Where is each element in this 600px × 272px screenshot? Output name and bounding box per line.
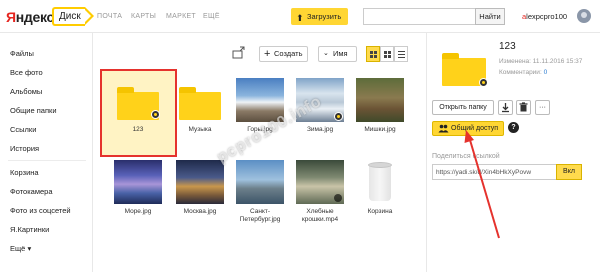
file-name: Санкт- Петербург.jpg bbox=[230, 208, 290, 224]
nav-market[interactable]: МАРКЕТ bbox=[166, 13, 196, 20]
comments-label: Комментарии: bbox=[499, 69, 542, 76]
file-tile-moscow[interactable]: Москва.jpg bbox=[170, 160, 230, 230]
sort-dropdown[interactable]: ⌄ Имя bbox=[318, 46, 357, 62]
trash-icon bbox=[356, 160, 404, 204]
create-label: Создать bbox=[274, 49, 303, 58]
logo-text: ндекс bbox=[15, 9, 55, 25]
download-button[interactable] bbox=[498, 100, 513, 115]
sidebar-item-more[interactable]: Ещё ▾ bbox=[10, 244, 31, 253]
more-button[interactable]: ··· bbox=[535, 100, 550, 115]
file-name: Мишки.jpg bbox=[364, 126, 396, 133]
sort-label: Имя bbox=[333, 49, 348, 58]
list-view-toggle[interactable] bbox=[380, 46, 394, 62]
modified-info: Изменена: 11.11.2016 15:37 bbox=[499, 58, 582, 65]
upload-folder-icon[interactable] bbox=[232, 46, 246, 60]
download-icon bbox=[502, 103, 509, 113]
users-icon bbox=[438, 124, 449, 133]
grid-small-view-icon bbox=[384, 51, 391, 58]
folder-icon bbox=[176, 78, 224, 122]
share-link-label: Поделиться ссылкой bbox=[432, 153, 500, 160]
upload-button[interactable]: ⬆ Загрузить bbox=[291, 8, 348, 25]
sidebar-item-shared-folders[interactable]: Общие папки bbox=[10, 106, 57, 115]
video-thumbnail bbox=[296, 160, 344, 204]
upload-label: Загрузить bbox=[307, 12, 342, 21]
photo-thumbnail bbox=[236, 160, 284, 204]
share-link-toggle[interactable]: Вкл bbox=[556, 164, 582, 180]
sidebar-item-albums[interactable]: Альбомы bbox=[10, 87, 42, 96]
video-icon bbox=[334, 194, 342, 202]
username[interactable]: alexpcpro100 bbox=[522, 12, 567, 21]
share-badge-icon bbox=[479, 78, 488, 87]
nav-mail[interactable]: ПОЧТА bbox=[97, 13, 122, 20]
file-name: Зима.jpg bbox=[306, 126, 334, 133]
file-name: Хлебные крошки.mp4 bbox=[290, 208, 350, 224]
photo-thumbnail bbox=[114, 160, 162, 204]
comments-info: Комментарии: 0 bbox=[499, 69, 547, 76]
yandex-logo[interactable]: Яндекс bbox=[6, 9, 54, 25]
share-badge-icon bbox=[334, 112, 343, 121]
top-bar: Яндекс Диск ПОЧТА КАРТЫ МАРКЕТ ЕЩЁ ⬆ Заг… bbox=[0, 0, 600, 33]
share-badge-icon bbox=[151, 110, 160, 119]
sidebar-item-ya-pictures[interactable]: Я.Картинки bbox=[10, 225, 49, 234]
share-link-field[interactable] bbox=[432, 164, 556, 180]
file-name-line1: Санкт- bbox=[249, 208, 271, 215]
username-rest: lexpcpro100 bbox=[526, 12, 568, 21]
logo-letter: Я bbox=[6, 9, 16, 25]
list-view-icon bbox=[398, 51, 405, 58]
grid-view-icon bbox=[370, 51, 377, 58]
share-access-label: Общий доступ bbox=[451, 125, 499, 132]
photo-thumbnail bbox=[356, 78, 404, 122]
photo-thumbnail bbox=[176, 160, 224, 204]
file-tile-sea[interactable]: Море.jpg bbox=[108, 160, 168, 230]
file-name: 123 bbox=[132, 126, 144, 133]
file-tile-spb[interactable]: Санкт- Петербург.jpg bbox=[230, 160, 290, 240]
modified-value: 11.11.2016 15:37 bbox=[532, 58, 583, 65]
search-input[interactable] bbox=[363, 8, 475, 25]
file-name-line1: Хлебные bbox=[306, 208, 334, 215]
plus-icon: + bbox=[264, 48, 271, 60]
sidebar-item-history[interactable]: История bbox=[10, 144, 39, 153]
file-name: Москва.jpg bbox=[183, 208, 217, 215]
file-name: Корзина bbox=[367, 208, 393, 215]
file-tile-bears[interactable]: Мишки.jpg bbox=[350, 78, 410, 148]
delete-icon bbox=[519, 102, 528, 112]
sidebar-item-trash[interactable]: Корзина bbox=[10, 168, 39, 177]
file-tile-trash[interactable]: Корзина bbox=[350, 160, 410, 230]
sidebar-more-label: Ещё bbox=[10, 244, 26, 253]
list-view-toggle-2[interactable] bbox=[394, 46, 408, 62]
grid-view-toggle[interactable] bbox=[366, 46, 380, 62]
file-tile-music[interactable]: Музыка bbox=[170, 78, 230, 148]
share-access-button[interactable]: Общий доступ bbox=[432, 121, 504, 136]
avatar[interactable] bbox=[577, 9, 591, 23]
details-title: 123 bbox=[499, 41, 516, 52]
chevron-down-icon: ⌄ bbox=[323, 50, 329, 57]
create-button[interactable]: + Создать bbox=[259, 46, 308, 62]
modified-label: Изменена: bbox=[499, 58, 531, 65]
file-name-line2: крошки.mp4 bbox=[301, 216, 339, 223]
file-tile-breadcrumbs[interactable]: Хлебные крошки.mp4 bbox=[290, 160, 350, 240]
upload-arrow-icon: ⬆ bbox=[296, 13, 304, 23]
sidebar-item-camera[interactable]: Фотокамера bbox=[10, 187, 53, 196]
delete-button[interactable] bbox=[516, 100, 531, 115]
search-button[interactable]: Найти bbox=[475, 8, 505, 25]
nav-maps[interactable]: КАРТЫ bbox=[131, 13, 156, 20]
nav-more[interactable]: ЕЩЁ bbox=[203, 13, 220, 20]
sidebar-item-social-photos[interactable]: Фото из соцсетей bbox=[10, 206, 71, 215]
file-name: Музыка bbox=[188, 126, 212, 133]
open-folder-button[interactable]: Открыть папку bbox=[432, 100, 494, 115]
file-tile-123[interactable]: 123 bbox=[108, 78, 168, 148]
comments-count[interactable]: 0 bbox=[544, 69, 548, 76]
help-icon[interactable]: ? bbox=[508, 122, 519, 133]
folder-icon bbox=[114, 78, 162, 122]
sidebar-divider bbox=[8, 160, 86, 161]
sidebar-item-files[interactable]: Файлы bbox=[10, 49, 34, 58]
sidebar-item-links[interactable]: Ссылки bbox=[10, 125, 36, 134]
file-name-line2: Петербург.jpg bbox=[239, 216, 281, 223]
chevron-down-icon: ▾ bbox=[27, 244, 32, 253]
file-name: Море.jpg bbox=[124, 208, 152, 215]
disk-service-tag[interactable]: Диск bbox=[52, 7, 94, 26]
sidebar-item-all-photos[interactable]: Все фото bbox=[10, 68, 43, 77]
folder-icon bbox=[442, 52, 488, 87]
